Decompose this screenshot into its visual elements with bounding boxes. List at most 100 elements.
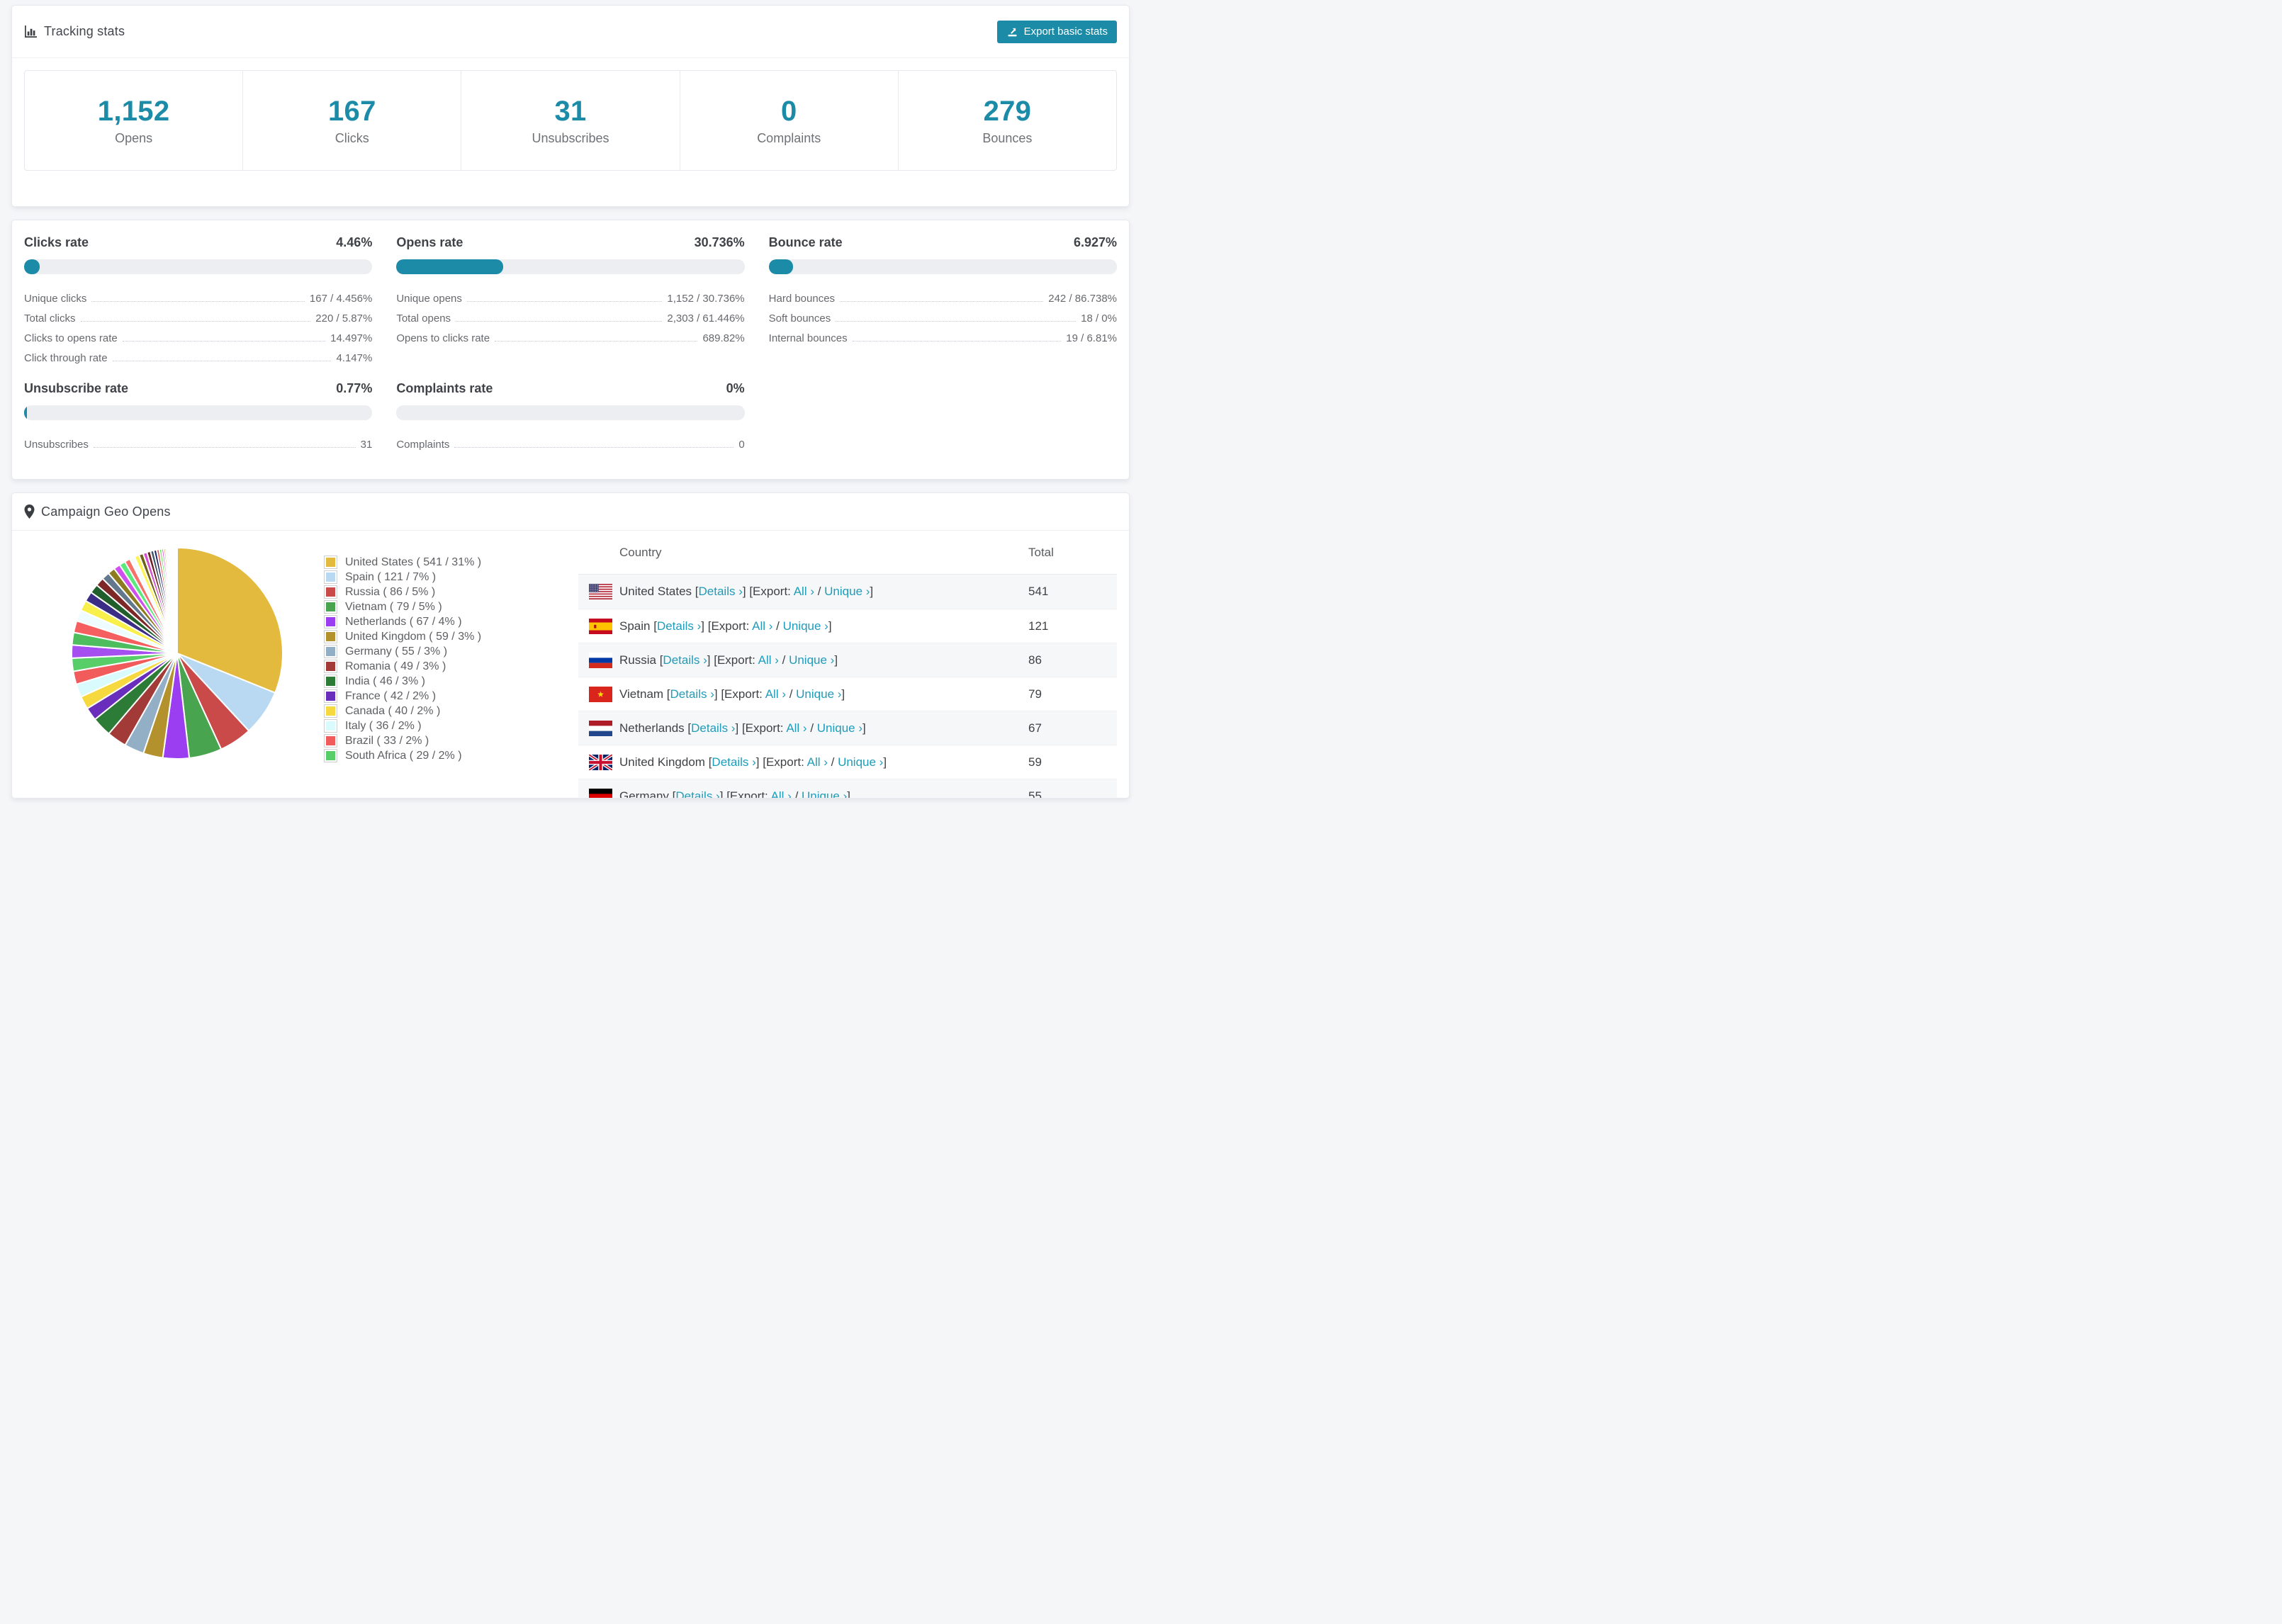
- rate-stat-row: Hard bounces 242 / 86.738%: [769, 285, 1117, 305]
- rate-title: Clicks rate: [24, 235, 89, 249]
- export-unique-link[interactable]: Unique ›: [838, 755, 883, 769]
- tracking-stats-card: Tracking stats Export basic stats 1,152 O…: [11, 5, 1130, 207]
- country-cell: Netherlands [Details ›] [Export: All › /…: [578, 720, 1028, 736]
- country-links: Netherlands [Details ›] [Export: All › /…: [619, 721, 866, 735]
- details-link[interactable]: Details ›: [712, 755, 755, 769]
- rate-header: Bounce rate 6.927%: [769, 235, 1117, 250]
- stat-cell-opens: 1,152 Opens: [25, 71, 244, 170]
- details-link[interactable]: Details ›: [670, 687, 714, 701]
- details-link[interactable]: Details ›: [699, 585, 743, 598]
- details-link[interactable]: Details ›: [663, 653, 707, 667]
- country-name: United States: [619, 585, 695, 598]
- legend-item-france: France ( 42 / 2% ): [324, 689, 481, 704]
- legend-item-india: India ( 46 / 3% ): [324, 674, 481, 689]
- rate-header: Clicks rate 4.46%: [24, 235, 372, 250]
- legend-color: [326, 587, 335, 597]
- stat-value: 167: [327, 95, 376, 127]
- legend-swatch: [324, 749, 337, 762]
- export-unique-link[interactable]: Unique ›: [817, 721, 862, 735]
- dotted-leader: [466, 301, 663, 302]
- rate-value: 6.927%: [1073, 235, 1117, 249]
- export-unique-link[interactable]: Unique ›: [824, 585, 870, 598]
- map-marker-icon: [24, 504, 35, 519]
- bracket: ]: [847, 789, 851, 799]
- rate-stat-label: Opens to clicks rate: [396, 332, 490, 344]
- legend-swatch: [324, 600, 337, 614]
- rate-stat-row: Total opens 2,303 / 61.446%: [396, 305, 744, 325]
- rate-stat-row: Unique opens 1,152 / 30.736%: [396, 285, 744, 305]
- legend-label: United States ( 541 / 31% ): [345, 556, 482, 568]
- campaign-geo-opens-card: Campaign Geo Opens United States ( 541 /…: [11, 492, 1130, 799]
- export-basic-stats-button[interactable]: Export basic stats: [996, 20, 1117, 43]
- legend-color: [326, 677, 335, 686]
- stat-label: Bounces: [982, 130, 1033, 145]
- legend-color: [326, 617, 335, 626]
- rate-stat-label: Soft bounces: [768, 312, 831, 325]
- table-row-ru: Russia [Details ›] [Export: All › / Uniq…: [578, 643, 1117, 677]
- legend-color: [326, 558, 335, 567]
- export-all-link[interactable]: All ›: [752, 619, 772, 633]
- bracket: ]: [862, 721, 866, 735]
- dotted-leader: [93, 447, 356, 448]
- legend-color: [326, 573, 335, 582]
- details-link[interactable]: Details ›: [691, 721, 735, 735]
- dotted-leader: [836, 321, 1077, 322]
- legend-swatch: [324, 719, 337, 733]
- rate-stat-rows: Unique opens 1,152 / 30.736% Total opens 2,…: [396, 285, 744, 344]
- export-unique-link[interactable]: Unique ›: [783, 619, 828, 633]
- export-unique-link[interactable]: Unique ›: [802, 789, 847, 799]
- export-unique-link[interactable]: Unique ›: [789, 653, 834, 667]
- country-links: Germany [Details ›] [Export: All › / Uni…: [619, 789, 850, 799]
- legend-swatch: [324, 704, 337, 718]
- legend-label: Russia ( 86 / 5% ): [345, 585, 436, 598]
- geo-pie-chart[interactable]: [70, 546, 284, 798]
- legend-label: Italy ( 36 / 2% ): [345, 719, 422, 732]
- export-all-link[interactable]: All ›: [794, 585, 814, 598]
- dotted-leader: [91, 301, 305, 302]
- details-link[interactable]: Details ›: [675, 789, 719, 799]
- legend-color: [326, 736, 335, 745]
- export-all-link[interactable]: All ›: [807, 755, 828, 769]
- rate-stat-row: Unique clicks 167 / 4.456%: [24, 285, 372, 305]
- country-cell: Vietnam [Details ›] [Export: All › / Uni…: [578, 686, 1028, 702]
- stat-cell-unsubscribes: 31 Unsubscribes: [461, 71, 680, 170]
- export-all-link[interactable]: All ›: [758, 653, 779, 667]
- legend-item-spain: Spain ( 121 / 7% ): [324, 570, 481, 585]
- export-all-link[interactable]: All ›: [765, 687, 786, 701]
- progress-bar: [24, 259, 373, 274]
- legend-label: Brazil ( 33 / 2% ): [345, 734, 429, 747]
- rate-value: 30.736%: [694, 235, 745, 249]
- dotted-leader: [852, 341, 1062, 342]
- legend-label: France ( 42 / 2% ): [345, 689, 437, 702]
- rate-stat-row: Total clicks 220 / 5.87%: [24, 305, 372, 325]
- rate-stat-label: Complaints: [396, 439, 450, 451]
- export-all-link[interactable]: All ›: [771, 789, 792, 799]
- legend-color: [326, 751, 335, 760]
- rate-value: 0.77%: [336, 381, 373, 395]
- column-header-total: Total: [1028, 545, 1054, 559]
- flag-icon-vn: [589, 686, 612, 702]
- legend-swatch: [324, 660, 337, 673]
- flag-icon-de: [589, 788, 612, 798]
- column-header-country: Country: [619, 545, 662, 559]
- country-links: United Kingdom [Details ›] [Export: All …: [619, 755, 887, 769]
- rate-stat-label: Click through rate: [24, 352, 108, 364]
- country-cell: Germany [Details ›] [Export: All › / Uni…: [578, 788, 1028, 799]
- tracking-stats-title: Tracking stats: [44, 24, 125, 38]
- bar-chart-icon: [24, 25, 38, 38]
- details-link[interactable]: Details ›: [657, 619, 701, 633]
- legend-swatch: [324, 734, 337, 748]
- geo-legend: United States ( 541 / 31% ) Spain ( 121 /…: [324, 555, 482, 798]
- export-all-link[interactable]: All ›: [786, 721, 806, 735]
- stat-label: Opens: [115, 130, 153, 145]
- rate-stat-value: 4.147%: [336, 352, 373, 364]
- dotted-leader: [80, 321, 311, 322]
- legend-color: [326, 602, 335, 611]
- flag-icon-us: [589, 584, 612, 599]
- export-unique-link[interactable]: Unique ›: [796, 687, 841, 701]
- rate-title: Unsubscribe rate: [24, 381, 129, 395]
- rate-title: Bounce rate: [768, 235, 843, 249]
- rate-stat-rows: Hard bounces 242 / 86.738% Soft bounces 18 …: [769, 285, 1117, 344]
- bracket: ]: [714, 687, 721, 701]
- table-row-de: Germany [Details ›] [Export: All › / Uni…: [578, 779, 1117, 799]
